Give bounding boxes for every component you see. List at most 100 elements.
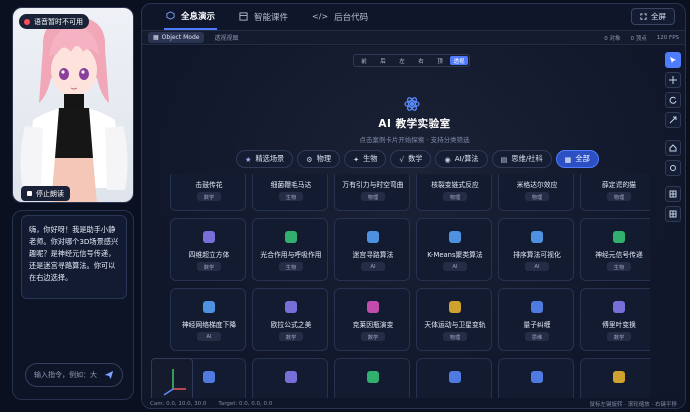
case-tag: 数学	[279, 332, 303, 341]
atom-icon	[404, 97, 420, 111]
tab-backend-code[interactable]: </> 后台代码	[310, 4, 370, 30]
grid-tool[interactable]	[665, 186, 681, 202]
command-input[interactable]: 输入指令，例如：大	[25, 363, 123, 387]
filter-all[interactable]: ▦ 全部	[555, 150, 599, 168]
case-name: 迷宫寻路算法	[352, 251, 394, 259]
case-card[interactable]: 量子纠缠 思维	[498, 288, 574, 351]
case-icon	[531, 301, 543, 313]
case-icon	[367, 301, 379, 313]
case-icon	[203, 301, 215, 313]
case-icon	[449, 371, 461, 383]
case-card[interactable]: 排序算法可视化 AI	[498, 218, 574, 281]
home-icon	[669, 144, 677, 152]
case-card[interactable]: 天体运动与卫星变轨 物理	[416, 288, 492, 351]
scale-icon	[669, 116, 677, 124]
case-card[interactable]: 神经网络梯度下降 AI	[170, 288, 246, 351]
layout-icon	[669, 210, 677, 218]
stop-reading-button[interactable]: 停止朗读	[21, 186, 70, 201]
perspective-view-tab[interactable]: 透视视图	[214, 33, 238, 42]
case-card[interactable]: 傅里叶变换 数学	[580, 288, 650, 351]
rotate-tool[interactable]	[665, 92, 681, 108]
case-card[interactable]: 欧拉公式之美 数学	[252, 288, 328, 351]
move-tool[interactable]	[665, 72, 681, 88]
view-front[interactable]: 前	[355, 56, 373, 65]
case-tag: 数学	[361, 332, 385, 341]
view-perspective[interactable]: 透视	[450, 56, 468, 65]
chat-panel: 嗨，你好呀！我是助手小静老师。你对哪个3D场景感兴趣呢？是神经元信号传递，还是迷…	[12, 210, 134, 400]
leaf-icon: ✦	[353, 154, 360, 164]
voice-status-badge: 语音暂时不可用	[19, 14, 89, 29]
case-card[interactable]: 细菌鞭毛马达 生物	[252, 174, 328, 211]
layout-icon	[239, 12, 248, 21]
case-name: 击鼓传花	[195, 181, 223, 189]
case-name: 量子纠缠	[523, 321, 551, 329]
select-tool[interactable]	[665, 52, 681, 68]
case-tag: 数学	[197, 192, 221, 201]
case-card[interactable]: 光合作用与呼吸作用 生物	[252, 218, 328, 281]
send-icon[interactable]	[104, 370, 114, 380]
fullscreen-button[interactable]: 全屏	[631, 8, 675, 25]
grid-icon: ▦	[153, 34, 159, 41]
object-count: 0 对象	[604, 36, 621, 42]
camera-readout: Cam: 0.0, 10.0, 30.0	[150, 401, 207, 407]
view-top[interactable]: 顶	[431, 56, 449, 65]
viewport-tools	[665, 52, 683, 226]
filter-physics[interactable]: ⚙ 物理	[297, 150, 341, 168]
view-left[interactable]: 左	[393, 56, 411, 65]
view-switcher: 前 后 左 右 顶 透视	[353, 54, 470, 67]
case-tag: 物理	[443, 332, 467, 341]
case-tag: 思维	[525, 332, 549, 341]
case-tag: 生物	[279, 262, 303, 271]
axis-gizmo[interactable]	[151, 358, 193, 402]
category-filters: ★ 精选场景 ⚙ 物理 ✦ 生物 √ 数学 ◉ AI/算法 ▤ 思维/社科 ▦ 全部	[236, 150, 599, 168]
top-tabs: 全息演示 智能课件 </> 后台代码	[142, 4, 685, 31]
fullscreen-label: 全屏	[651, 12, 666, 21]
filter-math[interactable]: √ 数学	[390, 150, 432, 168]
filter-social[interactable]: ▤ 思维/社科	[491, 150, 552, 168]
stop-icon	[27, 191, 32, 196]
filter-featured[interactable]: ★ 精选场景	[236, 150, 294, 168]
move-icon	[669, 76, 677, 84]
case-card[interactable]: 神经元信号传递 生物	[580, 218, 650, 281]
3d-viewport[interactable]: 前 后 左 右 顶 透视 AI 教学实验室 点击案例卡片开始探索 · 支持分类筛…	[142, 46, 685, 408]
home-tool[interactable]	[665, 140, 681, 156]
robot-icon: ◉	[444, 154, 451, 164]
scale-tool[interactable]	[665, 112, 681, 128]
case-card[interactable]: 四维超立方体 数学	[170, 218, 246, 281]
layout-tool[interactable]	[665, 206, 681, 222]
case-tag: 物理	[443, 192, 467, 201]
case-card[interactable]: 米格达尔效应 物理	[498, 174, 574, 211]
case-card[interactable]: 万有引力与时空弯曲 物理	[334, 174, 410, 211]
case-card[interactable]: 迷宫寻路算法 AI	[334, 218, 410, 281]
case-tag: 数学	[607, 332, 631, 341]
controls-hint: 鼠标左键旋转 · 滚轮缩放 · 右键平移	[589, 402, 678, 408]
filter-label: 全部	[575, 154, 590, 163]
view-right[interactable]: 右	[412, 56, 430, 65]
view-back[interactable]: 后	[374, 56, 392, 65]
case-card[interactable]: 薛定谔的猫 物理	[580, 174, 650, 211]
tab-smart-courseware[interactable]: 智能课件	[237, 4, 290, 30]
case-icon	[285, 231, 297, 243]
case-icon	[367, 231, 379, 243]
object-mode-button[interactable]: ▦ Object Mode	[148, 32, 205, 43]
case-card[interactable]: 击鼓传花 数学	[170, 174, 246, 211]
case-icon	[613, 231, 625, 243]
case-name: 四维超立方体	[188, 251, 230, 259]
case-card[interactable]: 核裂变链式反应 物理	[416, 174, 492, 211]
case-card[interactable]: K-Means聚类算法 AI	[416, 218, 492, 281]
case-icon	[531, 371, 543, 383]
grid-icon	[669, 190, 677, 198]
case-tag: 数学	[197, 262, 221, 271]
case-icon	[203, 231, 215, 243]
filter-ai[interactable]: ◉ AI/算法	[435, 150, 488, 168]
case-icon	[613, 371, 625, 383]
mode-label: Object Mode	[161, 34, 200, 41]
grid-icon: ▦	[564, 154, 572, 164]
focus-tool[interactable]	[665, 160, 681, 176]
filter-label: AI/算法	[454, 154, 479, 163]
case-tag: 物理	[607, 192, 631, 201]
filter-biology[interactable]: ✦ 生物	[344, 150, 387, 168]
case-card[interactable]: 克莱因瓶演变 数学	[334, 288, 410, 351]
stop-reading-label: 停止朗读	[36, 189, 64, 198]
tab-holographic-demo[interactable]: 全息演示	[164, 4, 218, 30]
